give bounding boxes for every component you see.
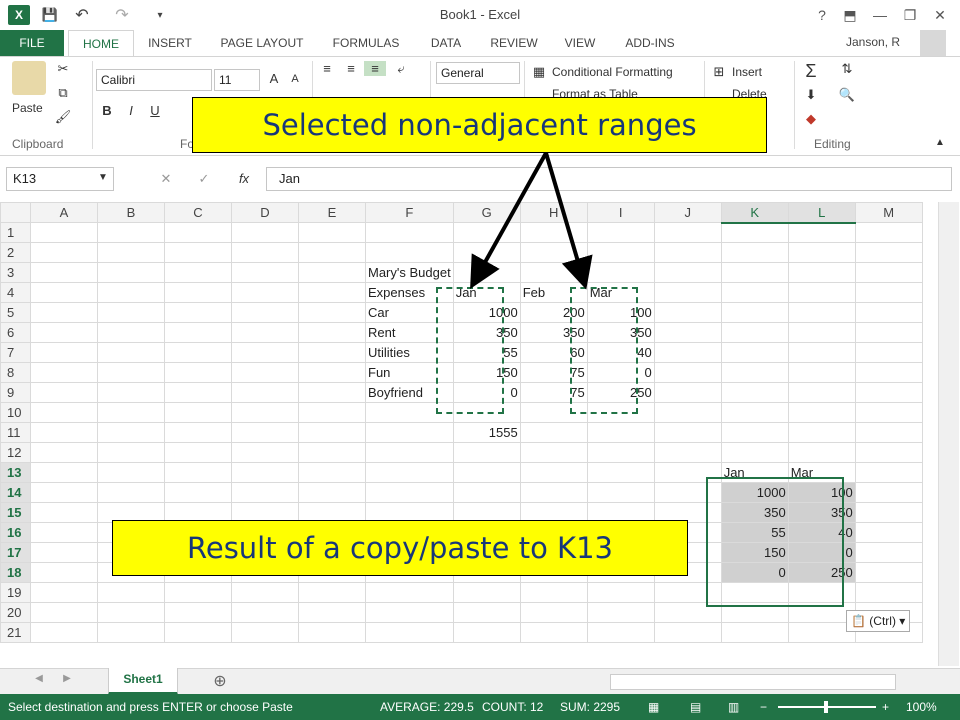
arrow-to-jan (470, 152, 548, 289)
annotation-arrows (470, 152, 593, 290)
arrow-to-mar (544, 152, 593, 290)
